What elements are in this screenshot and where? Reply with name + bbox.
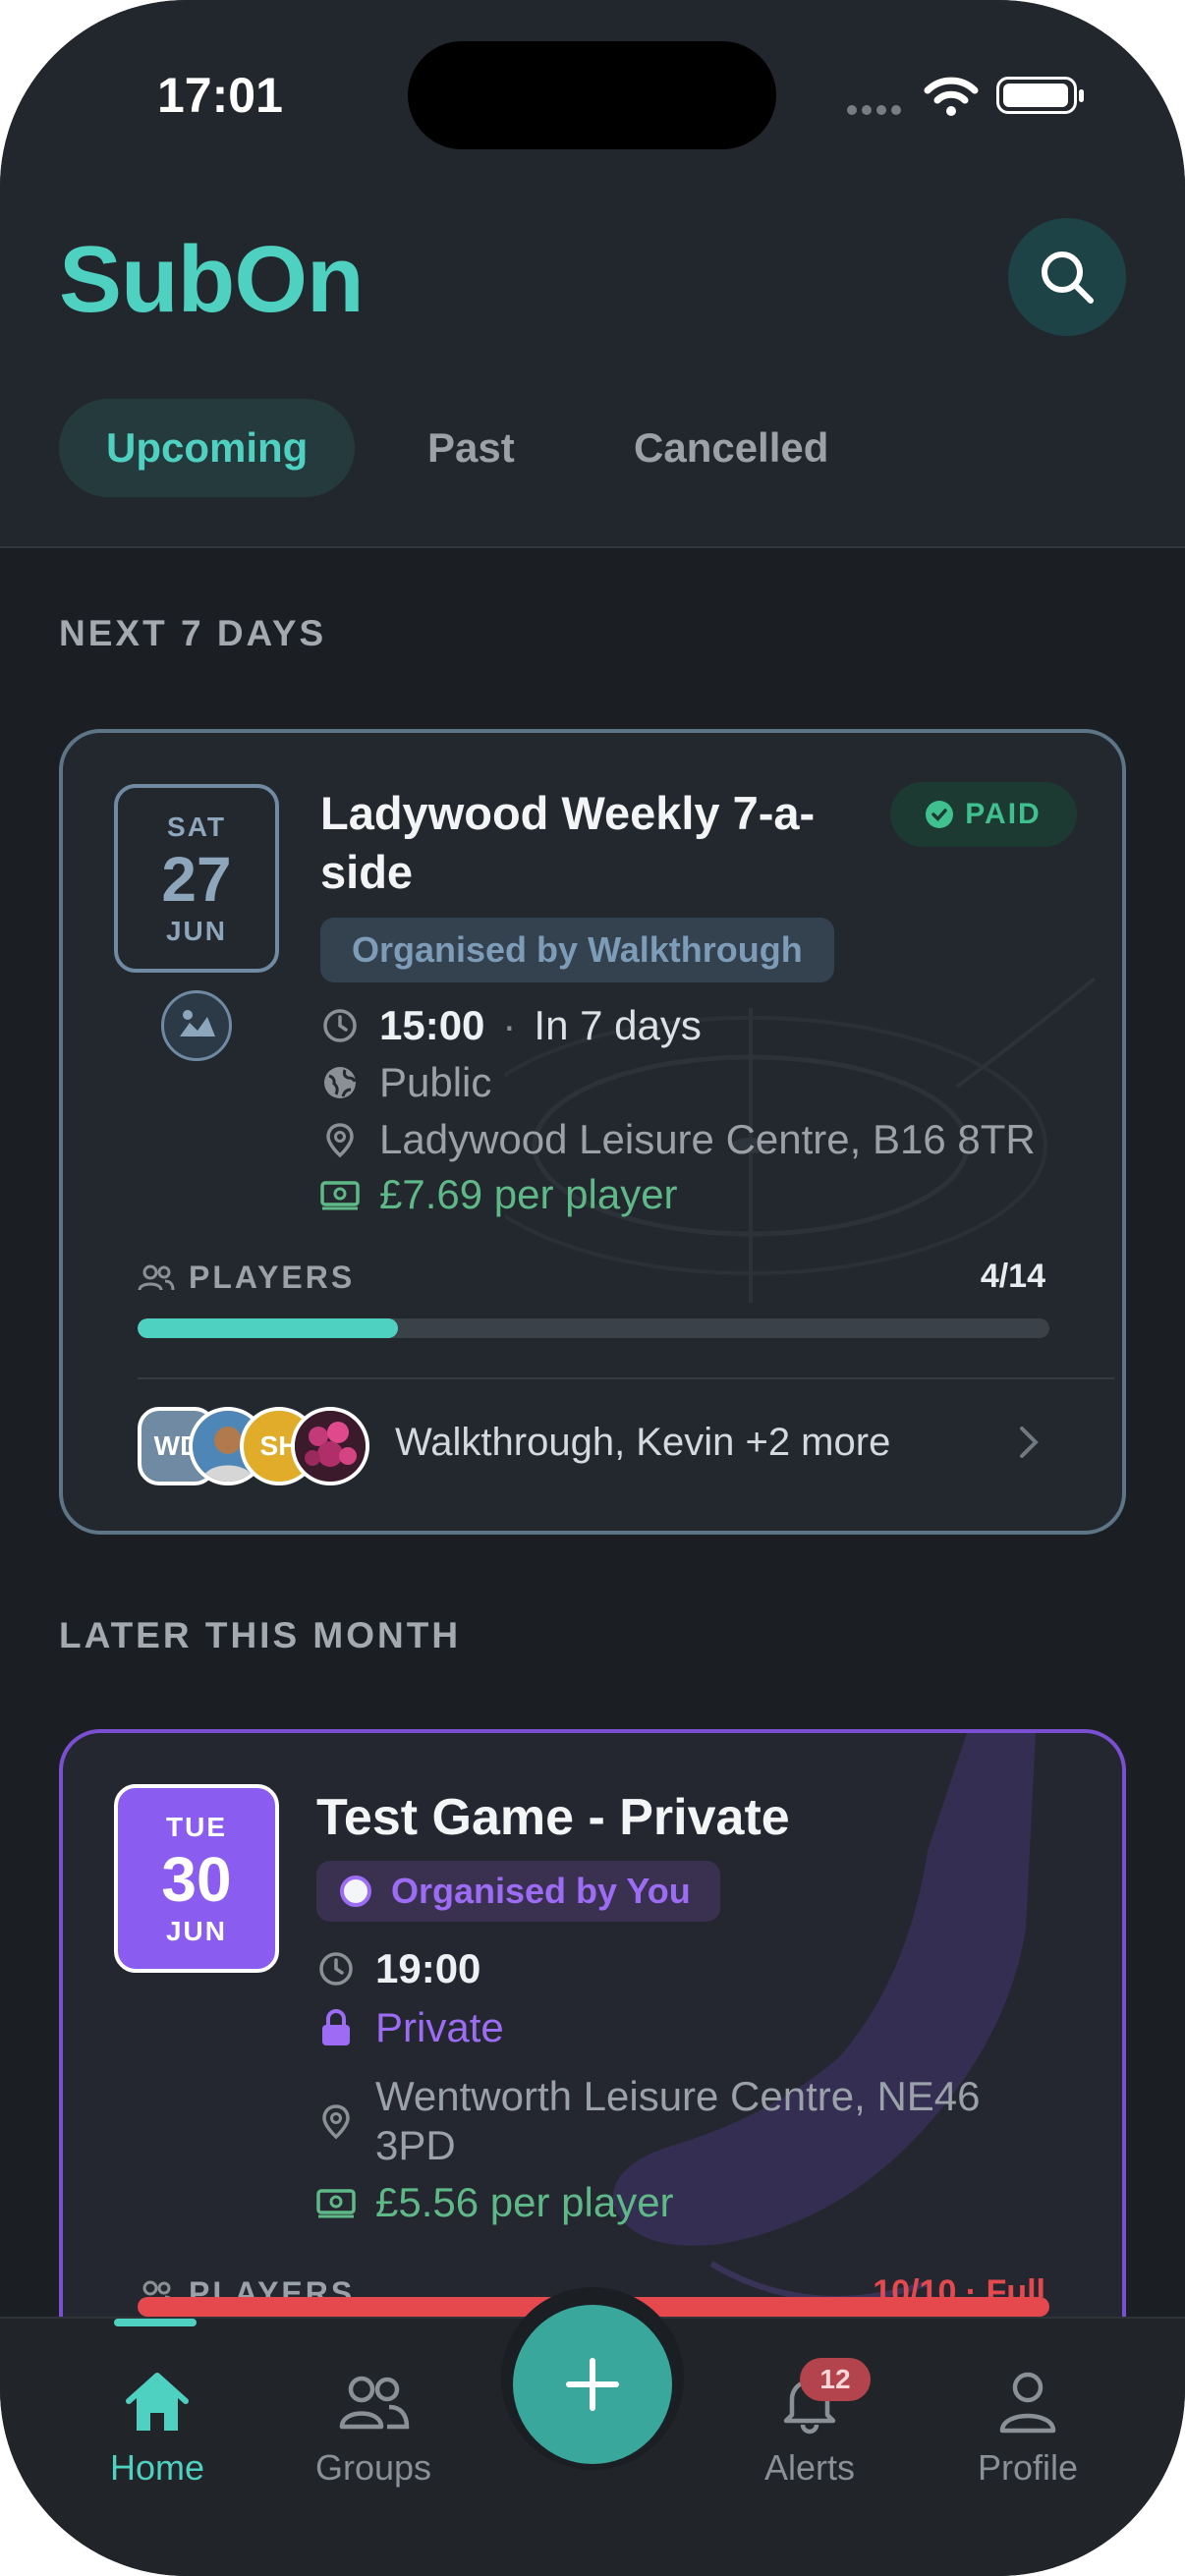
check-icon xyxy=(926,801,954,828)
game-title: Ladywood Weekly 7-a-side xyxy=(320,787,816,898)
visibility-row: Private xyxy=(316,2000,504,2055)
paid-badge: PAID xyxy=(890,782,1077,847)
status-icons xyxy=(847,71,1084,120)
venue-line-1: Wentworth Leisure Centre, NE46 xyxy=(375,2073,981,2119)
time-row: 19:00 xyxy=(316,1941,480,1996)
nav-alerts-label: Alerts xyxy=(763,2447,856,2488)
price-label: £5.56 per player xyxy=(375,2179,674,2225)
tab-cancelled[interactable]: Cancelled xyxy=(634,399,828,497)
clock-icon xyxy=(320,1006,360,1045)
search-button[interactable] xyxy=(1008,218,1126,336)
cash-icon xyxy=(316,2183,356,2222)
venue-line-2: 3PD xyxy=(375,2122,456,2168)
date-month: JUN xyxy=(165,916,227,946)
section-later-this-month: LATER THIS MONTH xyxy=(59,1615,462,1655)
organiser-label: Organised by You xyxy=(391,1871,691,1911)
players-icon xyxy=(138,1264,175,1290)
players-progress xyxy=(138,1318,1049,1338)
tab-past[interactable]: Past xyxy=(427,399,515,497)
visibility-label: Private xyxy=(375,2004,504,2050)
venue-row: Wentworth Leisure Centre, NE46 3PD xyxy=(316,2067,981,2175)
game-time: 19:00 xyxy=(375,1945,481,1991)
signal-icon xyxy=(847,102,906,120)
price-label: £7.69 per player xyxy=(379,1171,678,1217)
nav-profile-label: Profile xyxy=(977,2447,1079,2488)
visibility-row: Public xyxy=(320,1055,491,1110)
visibility-label: Public xyxy=(379,1059,492,1105)
section-next-7-days: NEXT 7 DAYS xyxy=(59,613,327,653)
lock-icon xyxy=(316,2008,356,2047)
organiser-badge: Organised by You xyxy=(316,1861,720,1922)
game-date: TUE 30 JUN xyxy=(114,1784,279,1973)
avatar xyxy=(291,1407,369,1485)
location-pin-icon xyxy=(320,1120,360,1159)
create-game-button[interactable] xyxy=(513,2305,672,2464)
app-screen: 17:01 SubOn Upcoming Past Cancelled NEXT… xyxy=(0,0,1185,2576)
nav-home-label: Home xyxy=(109,2447,205,2488)
team-badge-icon xyxy=(161,990,232,1061)
nav-groups-label: Groups xyxy=(314,2447,432,2488)
players-progress-fill xyxy=(138,1318,399,1338)
game-title: Test Game - Private xyxy=(316,1789,790,1846)
home-icon xyxy=(126,2373,189,2431)
game-card-test-private[interactable]: TUE 30 JUN Test Game - Private Organised… xyxy=(59,1729,1126,2358)
price-row: £5.56 per player xyxy=(316,2175,674,2230)
nav-home[interactable]: Home xyxy=(59,2370,255,2489)
clock-icon xyxy=(316,1949,356,1988)
dynamic-island xyxy=(408,41,776,149)
app-title: SubOn xyxy=(59,227,365,332)
game-time: 15:00 xyxy=(379,1002,485,1048)
venue-label: Wentworth Leisure Centre, NE46 3PD xyxy=(375,2072,981,2170)
profile-icon xyxy=(999,2372,1056,2434)
players-count: 4/14 xyxy=(980,1258,1045,1295)
chevron-right-icon[interactable] xyxy=(1014,1423,1044,1462)
date-day: 30 xyxy=(161,1844,232,1915)
organiser-dot-icon xyxy=(340,1876,371,1907)
nav-groups[interactable]: Groups xyxy=(275,2370,472,2489)
groups-icon xyxy=(339,2376,410,2430)
paid-label: PAID xyxy=(965,798,1042,830)
attendees-summary: Walkthrough, Kevin +2 more xyxy=(395,1421,891,1464)
cash-icon xyxy=(320,1175,360,1214)
venue-label: Ladywood Leisure Centre, B16 8TR xyxy=(379,1116,1036,1162)
tab-upcoming[interactable]: Upcoming xyxy=(59,399,356,497)
organiser-badge: Organised by Walkthrough xyxy=(320,918,834,982)
nav-profile[interactable]: Profile xyxy=(930,2370,1126,2489)
attendee-avatars: WD SH xyxy=(138,1407,373,1485)
players-label: PLAYERS xyxy=(138,1260,355,1296)
wifi-icon xyxy=(924,77,979,116)
relative-time: In 7 days xyxy=(534,1002,702,1048)
game-card-ladywood[interactable]: SAT 27 JUN Ladywood Weekly 7-a-side PAID… xyxy=(59,729,1126,1535)
time-row: 15:00 · In 7 days xyxy=(320,998,702,1053)
location-pin-icon xyxy=(316,2101,356,2141)
card-divider xyxy=(138,1377,1114,1379)
plus-icon xyxy=(566,2358,619,2411)
players-label-text: PLAYERS xyxy=(189,1260,356,1295)
price-row: £7.69 per player xyxy=(320,1167,678,1222)
game-date: SAT 27 JUN xyxy=(114,784,279,973)
active-tab-indicator xyxy=(114,2319,197,2326)
alerts-badge: 12 xyxy=(800,2358,871,2401)
globe-icon xyxy=(320,1063,360,1102)
separator-dot: · xyxy=(502,1002,517,1048)
venue-row: Ladywood Leisure Centre, B16 8TR xyxy=(320,1112,1036,1167)
status-time: 17:01 xyxy=(157,68,283,123)
date-day: 27 xyxy=(161,844,232,915)
date-weekday: SAT xyxy=(167,812,226,842)
date-weekday: TUE xyxy=(166,1812,227,1842)
date-month: JUN xyxy=(165,1916,227,1946)
battery-icon xyxy=(996,77,1084,114)
search-icon xyxy=(1042,252,1094,304)
